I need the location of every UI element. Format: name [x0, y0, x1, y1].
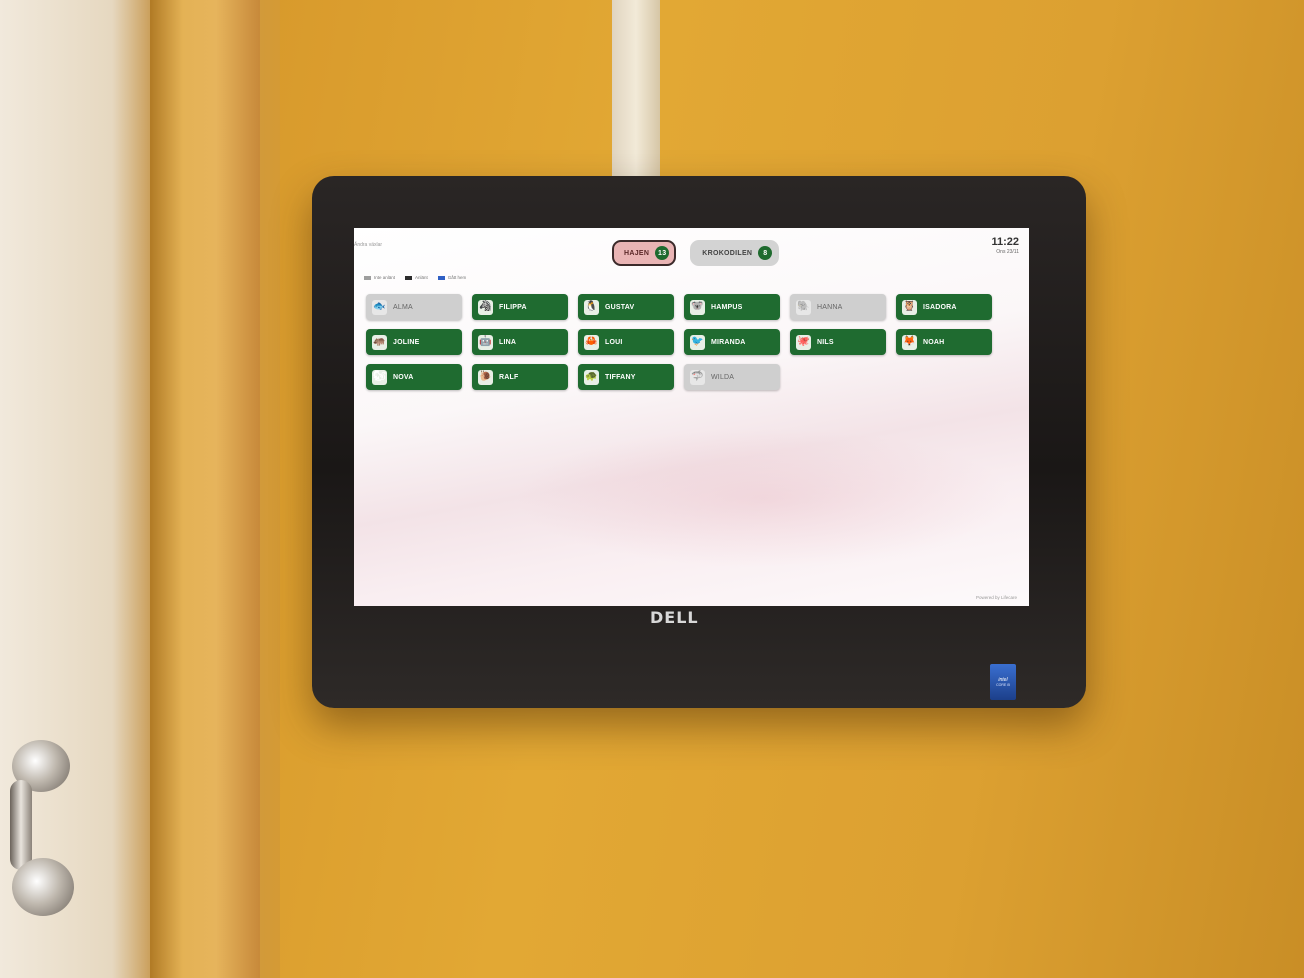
bird-icon: 🐦	[690, 334, 705, 350]
legend-item-arrived: Anlänt	[405, 275, 428, 280]
crab-icon: 🦀	[584, 334, 599, 350]
child-name: ALMA	[393, 303, 413, 311]
child-name: RALF	[499, 373, 519, 381]
legend-item-gone-home: Gått hem	[437, 275, 467, 280]
child-name: JOLINE	[393, 338, 420, 346]
monitor-brand-logo: DELL	[650, 608, 699, 627]
owl-icon: 🦉	[902, 299, 917, 315]
change-settings-link[interactable]: Ändra växlar	[354, 242, 382, 248]
zebra-icon: 🦓	[478, 299, 493, 315]
legend-label-not-arrived: Inte anlänt	[374, 275, 396, 280]
child-button-joline[interactable]: 🦛 JOLINE	[366, 329, 462, 355]
monitor: Ändra växlar Inte anlänt Anlänt Gått hem…	[312, 176, 1086, 708]
legend-label-gone-home: Gått hem	[447, 275, 467, 280]
door-edge	[150, 0, 260, 978]
child-name: NOVA	[393, 373, 414, 381]
child-name: HAMPUS	[711, 303, 743, 311]
turtle-icon: 🐢	[584, 369, 599, 385]
child-button-hanna[interactable]: 🐘 HANNA	[790, 294, 886, 320]
child-button-alma[interactable]: 🐟 ALMA	[366, 294, 462, 320]
hippo-icon: 🦛	[372, 334, 387, 350]
child-button-wilda[interactable]: 🦈 WILDA	[684, 364, 780, 390]
child-button-hampus[interactable]: 🐨 HAMPUS	[684, 294, 780, 320]
squirrel-icon: 🐿	[372, 369, 387, 385]
child-button-loui[interactable]: 🦀 LOUI	[578, 329, 674, 355]
powered-by-label: Powered by Lifecare	[975, 595, 1017, 600]
child-button-nova[interactable]: 🐿 NOVA	[366, 364, 462, 390]
child-button-isadora[interactable]: 🦉 ISADORA	[896, 294, 992, 320]
child-button-ralf[interactable]: 🐌 RALF	[472, 364, 568, 390]
intel-sub: CORE i5	[996, 683, 1010, 687]
tab-krokodilen-label: KROKODILEN	[702, 249, 753, 257]
screen-reflection	[514, 428, 1014, 568]
fish-icon: 🐟	[372, 299, 387, 315]
child-name: FILIPPA	[499, 303, 527, 311]
legend-swatch-arrived	[405, 275, 413, 280]
child-button-nils[interactable]: 🐙 NILS	[790, 329, 886, 355]
legend-label-arrived: Anlänt	[415, 275, 428, 280]
child-name: GUSTAV	[605, 303, 635, 311]
elephant-icon: 🐘	[796, 299, 811, 315]
child-name: ISADORA	[923, 303, 957, 311]
child-name: MIRANDA	[711, 338, 746, 346]
screen: Ändra växlar Inte anlänt Anlänt Gått hem…	[354, 228, 1029, 606]
legend-swatch-gone-home	[437, 275, 445, 280]
child-name: NOAH	[923, 338, 945, 346]
wall-pillar	[612, 0, 660, 200]
legend: Inte anlänt Anlänt Gått hem	[364, 275, 466, 280]
child-button-gustav[interactable]: 🐧 GUSTAV	[578, 294, 674, 320]
robot-icon: 🤖	[478, 334, 493, 350]
intel-sticker: intel CORE i5	[990, 664, 1016, 700]
clock-time: 11:22	[991, 236, 1019, 248]
clock-date: Ons 23/11	[996, 249, 1019, 255]
tab-hajen-count: 13	[655, 246, 670, 260]
legend-item-not-arrived: Inte anlänt	[364, 275, 395, 280]
penguin-icon: 🐧	[584, 299, 599, 315]
clock: 11:22 Ons 23/11	[991, 236, 1019, 255]
group-tabs: HAJEN 13 KROKODILEN 8	[612, 240, 780, 266]
child-button-miranda[interactable]: 🐦 MIRANDA	[684, 329, 780, 355]
child-name: LOUI	[605, 338, 623, 346]
child-name: WILDA	[711, 373, 735, 381]
child-name: TIFFANY	[605, 373, 636, 381]
tab-hajen-label: HAJEN	[624, 249, 650, 257]
tab-krokodilen[interactable]: KROKODILEN 8	[690, 240, 780, 266]
door-handle	[8, 740, 78, 920]
koala-icon: 🐨	[690, 299, 705, 315]
children-grid: 🐟 ALMA 🦓 FILIPPA 🐧 GUSTAV 🐨 HAMPUS 🐘 HANNA 🦉 ISADOR…	[366, 294, 992, 390]
tab-hajen[interactable]: HAJEN 13	[612, 240, 677, 266]
child-name: HANNA	[817, 303, 843, 311]
child-button-filippa[interactable]: 🦓 FILIPPA	[472, 294, 568, 320]
child-button-tiffany[interactable]: 🐢 TIFFANY	[578, 364, 674, 390]
snail-icon: 🐌	[478, 369, 493, 385]
child-name: NILS	[817, 338, 834, 346]
child-name: LINA	[499, 338, 517, 346]
fox-icon: 🦊	[902, 334, 917, 350]
tab-krokodilen-count: 8	[758, 246, 773, 260]
shark-icon: 🦈	[690, 369, 705, 385]
child-button-lina[interactable]: 🤖 LINA	[472, 329, 568, 355]
child-button-noah[interactable]: 🦊 NOAH	[896, 329, 992, 355]
octopus-icon: 🐙	[796, 334, 811, 350]
legend-swatch-not-arrived	[364, 275, 371, 280]
